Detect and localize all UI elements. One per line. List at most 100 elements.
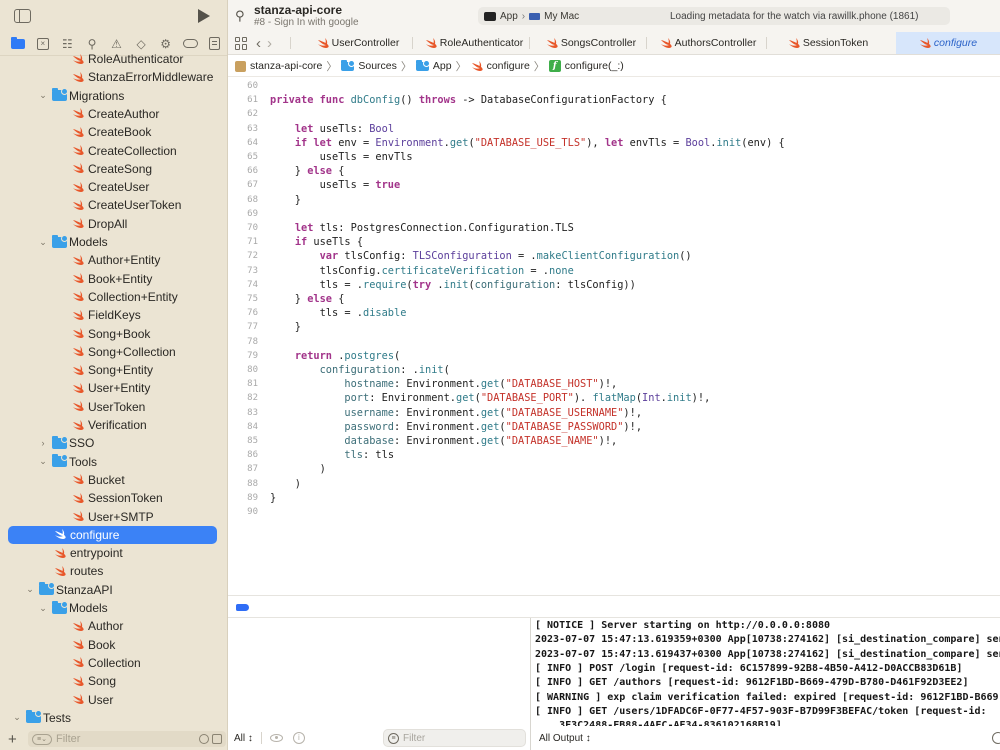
code-token: let	[294, 222, 320, 234]
line-number: 63	[247, 123, 258, 134]
tree-file[interactable]: SessionToken	[8, 489, 217, 507]
disclosure-collapsed-icon[interactable]: ›	[38, 438, 48, 448]
editor-tab[interactable]: configure	[896, 32, 1000, 54]
console-filter-icon[interactable]	[992, 732, 1000, 744]
tree-file[interactable]: Author	[8, 617, 217, 635]
tree-item-label: Book	[88, 637, 116, 652]
tree-file[interactable]: Author+Entity	[8, 251, 217, 269]
tree-file[interactable]: Bucket	[8, 471, 217, 489]
tree-file[interactable]: CreateUser	[8, 178, 217, 196]
editor-tab[interactable]: UserController	[298, 32, 418, 54]
sidebar-filter-field[interactable]: ≡⌄ Filter	[28, 731, 226, 747]
forward-arrow-icon[interactable]: ›	[267, 36, 272, 51]
tree-file[interactable]: Song+Entity	[8, 361, 217, 379]
tree-file[interactable]: Song+Collection	[8, 343, 217, 361]
tree-folder[interactable]: ⌄ Models	[8, 599, 217, 617]
breadcrumb-item[interactable]: Sources	[341, 59, 397, 72]
code-token: "DATABASE_USE_TLS"	[474, 136, 587, 149]
line-number: 79	[247, 350, 258, 361]
tree-file[interactable]: FieldKeys	[8, 306, 217, 324]
breadcrumb-item[interactable]: stanza-api-core	[235, 60, 322, 72]
breakpoints-toggle-icon[interactable]	[236, 604, 249, 611]
tree-file[interactable]: Collection	[8, 654, 217, 672]
editor-tab[interactable]: SessionToken	[768, 32, 888, 54]
tree-file[interactable]: StanzaErrorMiddleware	[8, 68, 217, 86]
scheme-selector[interactable]: App	[500, 11, 518, 22]
tree-file[interactable]: DropAll	[8, 215, 217, 233]
breadcrumb-item[interactable]: configure	[471, 60, 530, 72]
tree-file[interactable]: RoleAuthenticator	[8, 50, 217, 68]
tree-file[interactable]: Collection+Entity	[8, 288, 217, 306]
tree-file[interactable]: User	[8, 691, 217, 709]
project-subtitle: #8 - Sign In with google	[254, 17, 359, 28]
disclosure-expanded-icon[interactable]: ⌄	[38, 603, 48, 614]
code-line: 86 tls: tls	[228, 448, 1000, 462]
tree-folder[interactable]: ⌄ Tools	[8, 453, 217, 471]
tree-file[interactable]: routes	[8, 562, 217, 580]
code-token: username	[344, 406, 395, 419]
tree-file[interactable]: configure	[8, 525, 217, 544]
filter-options-icon[interactable]: ≡⌄	[32, 733, 52, 745]
tree-file[interactable]: Song	[8, 672, 217, 690]
editor-tab[interactable]: AuthorsController	[648, 32, 768, 54]
tree-file[interactable]: Book	[8, 636, 217, 654]
info-icon[interactable]: i	[292, 732, 305, 744]
code-token: certificateVerification	[381, 264, 525, 277]
tree-file[interactable]: CreateUserToken	[8, 196, 217, 214]
breadcrumb-item[interactable]: f configure(_:)	[548, 60, 624, 72]
line-number: 68	[247, 194, 258, 205]
editor-tab[interactable]: SongsController	[531, 32, 651, 54]
variables-filter-field[interactable]: ≡ Filter	[383, 729, 526, 747]
output-scope-selector[interactable]: All Output ↕	[539, 733, 591, 744]
tab-label: AuthorsController	[674, 37, 757, 49]
disclosure-expanded-icon[interactable]: ⌄	[38, 456, 48, 467]
breadcrumb-label: configure	[486, 60, 530, 72]
tree-folder[interactable]: › SSO	[8, 434, 217, 452]
eye-icon[interactable]	[269, 734, 283, 742]
tree-file[interactable]: entrypoint	[8, 544, 217, 562]
source-control-filter-icon[interactable]	[212, 734, 222, 744]
disclosure-expanded-icon[interactable]: ⌄	[38, 237, 48, 248]
tree-file[interactable]: CreateAuthor	[8, 105, 217, 123]
code-editor[interactable]: 60 61 private func dbConfig() throws -> Da…	[228, 77, 1000, 595]
sidebar-toggle-icon[interactable]	[14, 9, 31, 23]
related-items-grid-icon[interactable]	[235, 36, 248, 50]
code-token: (	[394, 349, 401, 362]
navigator-sidebar: × ☷ ⚲ ⚠ ◇ ⚙ RoleAuthenticator StanzaError…	[0, 0, 228, 750]
code-token: get	[456, 392, 475, 405]
disclosure-expanded-icon[interactable]: ⌄	[12, 712, 22, 723]
code-line: 78	[228, 335, 1000, 349]
tree-file[interactable]: CreateBook	[8, 123, 217, 141]
tree-file[interactable]: User+SMTP	[8, 508, 217, 526]
recent-files-icon[interactable]	[199, 734, 209, 744]
line-number: 72	[247, 251, 258, 262]
tree-folder[interactable]: ⌄ StanzaAPI	[8, 581, 217, 599]
tree-item-label: Song+Entity	[88, 363, 154, 378]
tree-folder[interactable]: ⌄ Migrations	[8, 87, 217, 105]
console-line: 2023-07-07 15:47:13.619359+0300 App[1073…	[535, 634, 1000, 646]
tab-label: configure	[933, 37, 978, 49]
tree-file[interactable]: Song+Book	[8, 325, 217, 343]
add-file-button[interactable]: +	[8, 731, 22, 748]
chevron-right-icon: 〉	[455, 61, 467, 73]
tree-file[interactable]: Verification	[8, 416, 217, 434]
tree-folder[interactable]: ⌄ Tests	[8, 709, 217, 727]
destination-selector[interactable]: My Mac	[544, 11, 579, 22]
tree-folder[interactable]: ⌄ Models	[8, 233, 217, 251]
editor-tab[interactable]: RoleAuthenticator	[414, 32, 534, 54]
variables-scope-selector[interactable]: All ↕	[234, 733, 253, 744]
breadcrumb-item[interactable]: App	[415, 59, 452, 72]
console-output[interactable]: [ NOTICE ] Server starting on http://0.0…	[532, 618, 1000, 750]
tree-file[interactable]: CreateCollection	[8, 142, 217, 160]
tree-file[interactable]: UserToken	[8, 398, 217, 416]
back-arrow-icon[interactable]: ‹	[256, 36, 261, 51]
disclosure-expanded-icon[interactable]: ⌄	[38, 90, 48, 101]
run-button[interactable]	[198, 9, 210, 23]
swift-file-icon	[72, 346, 84, 357]
tree-file[interactable]: Book+Entity	[8, 270, 217, 288]
tree-item-label: Collection	[88, 655, 141, 670]
tree-file[interactable]: User+Entity	[8, 379, 217, 397]
disclosure-expanded-icon[interactable]: ⌄	[25, 584, 35, 595]
tree-file[interactable]: CreateSong	[8, 160, 217, 178]
